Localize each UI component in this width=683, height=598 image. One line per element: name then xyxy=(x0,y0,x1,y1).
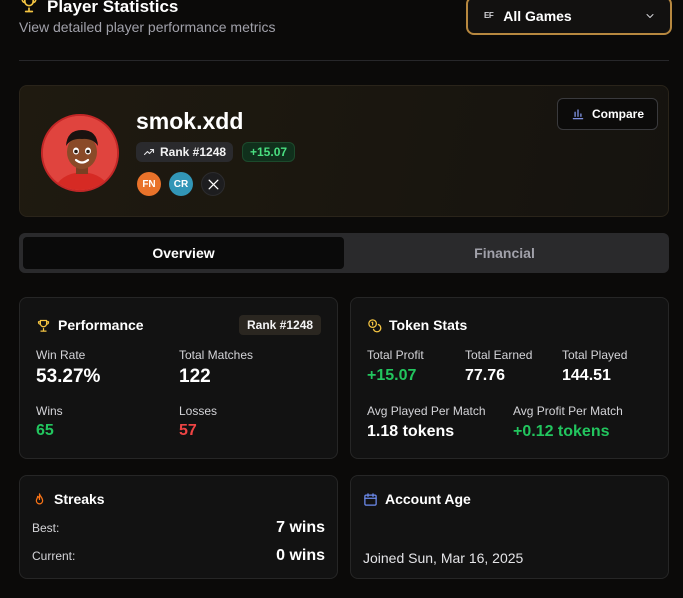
avg-profit-label: Avg Profit Per Match xyxy=(513,404,623,418)
header-divider xyxy=(19,60,669,61)
game-select-value: All Games xyxy=(503,7,572,24)
trophy-icon xyxy=(37,319,50,332)
rank-pill-label: Rank #1248 xyxy=(160,145,227,159)
total-matches-label: Total Matches xyxy=(179,348,254,362)
total-matches-value: 122 xyxy=(179,366,211,387)
performance-title: Performance xyxy=(36,317,144,333)
compare-button[interactable]: Compare xyxy=(557,98,658,130)
page-title: Player Statistics xyxy=(19,0,178,19)
wins-label: Wins xyxy=(36,404,63,418)
clash-royale-icon[interactable]: CR xyxy=(169,172,193,196)
avg-profit-value: +0.12 tokens xyxy=(513,423,610,440)
tab-overview[interactable]: Overview xyxy=(23,237,344,269)
rank-pill: Rank #1248 xyxy=(136,142,234,162)
avg-played-value: 1.18 tokens xyxy=(367,423,455,440)
total-played-label: Total Played xyxy=(562,348,628,362)
account-age-card: Account Age Joined Sun, Mar 16, 2025 xyxy=(350,475,669,579)
bar-chart-icon xyxy=(572,109,584,120)
win-rate-label: Win Rate xyxy=(36,348,86,362)
fortnite-icon[interactable]: FN xyxy=(137,172,161,196)
tab-bar: Overview Financial xyxy=(19,233,669,273)
game-select[interactable]: EF All Games xyxy=(466,0,672,35)
best-streak-value: 7 wins xyxy=(276,519,325,536)
losses-label: Losses xyxy=(179,404,218,418)
total-profit-label: Total Profit xyxy=(367,348,424,362)
trending-up-icon xyxy=(143,148,155,156)
losses-value: 57 xyxy=(179,422,197,439)
profile-card: smok.xdd Rank #1248 +15.07 FN CR Compare xyxy=(19,85,669,217)
compare-button-label: Compare xyxy=(591,107,644,121)
streaks-title-text: Streaks xyxy=(54,491,105,507)
token-stats-card: Token Stats Total Profit +15.07 Total Ea… xyxy=(350,297,669,459)
current-streak-value: 0 wins xyxy=(276,547,325,564)
performance-card: Performance Rank #1248 Win Rate 53.27% T… xyxy=(19,297,338,459)
streaks-title: Streaks xyxy=(32,491,105,507)
joined-date: Joined Sun, Mar 16, 2025 xyxy=(363,550,524,566)
total-earned-label: Total Earned xyxy=(465,348,533,362)
flame-icon xyxy=(35,492,44,504)
trophy-icon xyxy=(19,0,39,19)
calendar-icon xyxy=(364,492,377,506)
account-age-title-text: Account Age xyxy=(385,491,471,507)
player-statistics-page: Player Statistics View detailed player p… xyxy=(0,0,683,598)
platform-list: FN CR xyxy=(137,172,225,196)
total-profit-value: +15.07 xyxy=(367,367,417,384)
total-played-value: 144.51 xyxy=(562,367,611,384)
current-streak-label: Current: xyxy=(32,549,76,563)
win-rate-value: 53.27% xyxy=(36,366,101,387)
rank-badge: Rank #1248 xyxy=(239,315,322,335)
page-subtitle: View detailed player performance metrics xyxy=(19,19,276,35)
avg-played-label: Avg Played Per Match xyxy=(367,404,486,418)
best-streak-label: Best: xyxy=(32,521,60,535)
streaks-card: Streaks Best: 7 wins Current: 0 wins xyxy=(19,475,338,579)
total-earned-value: 77.76 xyxy=(465,367,506,384)
chevron-down-icon xyxy=(646,13,654,18)
wins-value: 65 xyxy=(36,422,54,439)
page-title-text: Player Statistics xyxy=(47,0,179,16)
token-stats-title: Token Stats xyxy=(367,317,467,333)
username: smok.xdd xyxy=(136,108,244,134)
x-icon[interactable] xyxy=(201,172,225,196)
account-age-title: Account Age xyxy=(363,491,471,507)
coins-icon xyxy=(368,318,382,332)
performance-title-text: Performance xyxy=(58,317,144,333)
tab-financial[interactable]: Financial xyxy=(344,237,665,269)
game-icon: EF xyxy=(484,11,494,20)
token-stats-title-text: Token Stats xyxy=(389,317,468,333)
avatar xyxy=(41,114,119,192)
profit-delta-badge: +15.07 xyxy=(242,142,296,162)
